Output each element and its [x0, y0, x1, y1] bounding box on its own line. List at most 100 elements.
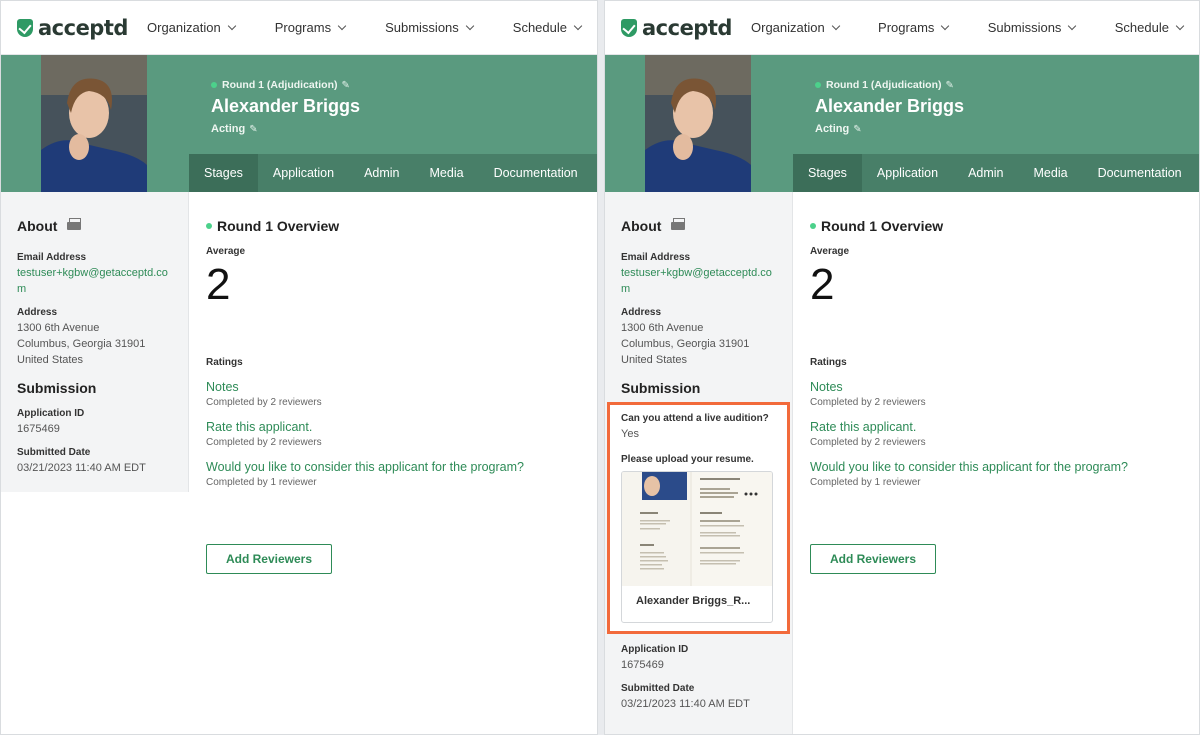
nav-label: Programs — [274, 20, 332, 35]
rating-link-consider[interactable]: Would you like to consider this applican… — [206, 460, 587, 474]
submission-title: Submission — [621, 380, 701, 396]
nav-organization[interactable]: Organization — [147, 20, 236, 35]
top-nav: acceptd Organization Programs Submission… — [605, 1, 1199, 55]
pencil-icon[interactable]: ✎ — [946, 80, 954, 91]
rating-item: Would you like to consider this applican… — [206, 460, 587, 488]
acceptd-logo[interactable]: acceptd — [17, 16, 147, 40]
applicant-tabs: Stages Application Admin Media Documenta… — [793, 154, 1199, 192]
about-title: About — [621, 217, 776, 234]
nav-organization[interactable]: Organization — [751, 20, 840, 35]
pencil-icon[interactable]: ✎ — [249, 124, 257, 135]
resume-file-card[interactable]: Alexander Briggs_R... — [621, 471, 773, 623]
tab-stages[interactable]: Stages — [189, 154, 258, 192]
nav-submissions[interactable]: Submissions — [987, 20, 1077, 35]
address-label: Address — [621, 307, 662, 318]
chevron-down-icon — [227, 21, 236, 31]
tab-documentation[interactable]: Documentation — [479, 154, 593, 192]
program-label: Acting — [815, 123, 850, 135]
tab-admin[interactable]: Admin — [349, 154, 414, 192]
submission-answers-highlight: Can you attend a live audition? Yes Plea… — [607, 402, 790, 634]
top-nav: acceptd Organization Programs Submission… — [1, 1, 597, 55]
email-link[interactable]: testuser+kgbw@getacceptd.com — [621, 265, 776, 297]
question-label: Can you attend a live audition? — [621, 413, 769, 424]
rating-status: Completed by 2 reviewers — [206, 437, 322, 448]
applicant-tabs: Stages Application Admin Media Documenta… — [189, 154, 597, 192]
nav-label: Organization — [147, 20, 221, 35]
current-stage[interactable]: Round 1 (Adjudication) ✎ — [211, 79, 360, 91]
stage-label: Round 1 (Adjudication) — [826, 79, 942, 91]
nav-schedule[interactable]: Schedule — [1115, 20, 1185, 35]
chevron-down-icon — [941, 21, 950, 31]
stage-overview: Round 1 Overview Average 2 Ratings Notes… — [810, 218, 1189, 574]
rating-item: Notes Completed by 2 reviewers — [206, 380, 587, 408]
rating-link-consider[interactable]: Would you like to consider this applican… — [810, 460, 1189, 474]
nav-schedule[interactable]: Schedule — [512, 20, 583, 35]
tab-admin[interactable]: Admin — [953, 154, 1018, 192]
status-dot-icon — [810, 223, 816, 229]
chevron-down-icon — [831, 21, 840, 31]
tab-stages[interactable]: Stages — [793, 154, 862, 192]
left-screen: acceptd Organization Programs Submission… — [0, 0, 598, 735]
tab-media[interactable]: Media — [415, 154, 479, 192]
printer-icon[interactable] — [67, 217, 82, 232]
tab-application[interactable]: Application — [258, 154, 349, 192]
email-label: Email Address — [17, 252, 87, 263]
nav-programs[interactable]: Programs — [878, 20, 950, 35]
brand-name: acceptd — [642, 15, 732, 40]
add-reviewers-button[interactable]: Add Reviewers — [810, 544, 936, 574]
overview-title-text: Round 1 Overview — [217, 218, 340, 234]
chevron-down-icon — [337, 21, 347, 31]
rating-link-rate[interactable]: Rate this applicant. — [206, 420, 587, 434]
chevron-down-icon — [573, 21, 583, 31]
about-label: About — [17, 218, 58, 234]
submitted-label: Submitted Date — [17, 447, 91, 458]
tab-documentation[interactable]: Documentation — [1083, 154, 1197, 192]
tab-media[interactable]: Media — [1019, 154, 1083, 192]
address-label: Address — [17, 307, 58, 318]
address-line3: United States — [621, 354, 688, 366]
rating-status: Completed by 2 reviewers — [206, 397, 322, 408]
app-id-label: Application ID — [621, 644, 689, 655]
rating-link-rate[interactable]: Rate this applicant. — [810, 420, 1189, 434]
nav-label: Submissions — [987, 20, 1062, 35]
applicant-photo — [645, 55, 751, 192]
acceptd-logo[interactable]: acceptd — [621, 16, 751, 40]
ratings-label: Ratings — [810, 357, 847, 368]
applicant-photo — [41, 55, 147, 192]
status-dot-icon — [815, 82, 821, 88]
app-id-value: 1675469 — [621, 659, 664, 671]
printer-icon[interactable] — [671, 217, 686, 232]
program-name[interactable]: Acting ✎ — [211, 123, 360, 135]
email-link[interactable]: testuser+kgbw@getacceptd.com — [17, 265, 172, 297]
pencil-icon[interactable]: ✎ — [342, 80, 350, 91]
right-screen: acceptd Organization Programs Submission… — [604, 0, 1200, 735]
pencil-icon[interactable]: ✎ — [853, 124, 861, 135]
resume-thumbnail — [622, 472, 772, 586]
rating-link-notes[interactable]: Notes — [206, 380, 587, 394]
program-name[interactable]: Acting ✎ — [815, 123, 964, 135]
nav-label: Schedule — [512, 20, 567, 35]
acceptd-logo-icon — [621, 18, 637, 37]
submitted-label: Submitted Date — [621, 683, 695, 694]
nav-programs[interactable]: Programs — [274, 20, 347, 35]
rating-status: Completed by 1 reviewer — [810, 477, 921, 488]
tab-application[interactable]: Application — [862, 154, 953, 192]
nav-submissions[interactable]: Submissions — [385, 20, 475, 35]
rating-status: Completed by 2 reviewers — [810, 397, 926, 408]
nav-label: Programs — [878, 20, 935, 35]
overview-title: Round 1 Overview — [206, 218, 587, 234]
address-line2: Columbus, Georgia 31901 — [621, 338, 750, 350]
address-line2: Columbus, Georgia 31901 — [17, 338, 146, 350]
add-reviewers-button[interactable]: Add Reviewers — [206, 544, 332, 574]
about-sidebar: About Email Address testuser+kgbw@getacc… — [605, 192, 793, 734]
chevron-down-icon — [1068, 21, 1077, 31]
rating-link-notes[interactable]: Notes — [810, 380, 1189, 394]
submitted-value: 03/21/2023 11:40 AM EDT — [17, 462, 146, 474]
submitted-value: 03/21/2023 11:40 AM EDT — [621, 698, 750, 710]
nav-label: Submissions — [385, 20, 459, 35]
email-label: Email Address — [621, 252, 691, 263]
average-value: 2 — [810, 260, 835, 309]
submission-title: Submission — [17, 380, 97, 396]
address-line1: 1300 6th Avenue — [17, 322, 100, 334]
current-stage[interactable]: Round 1 (Adjudication) ✎ — [815, 79, 964, 91]
